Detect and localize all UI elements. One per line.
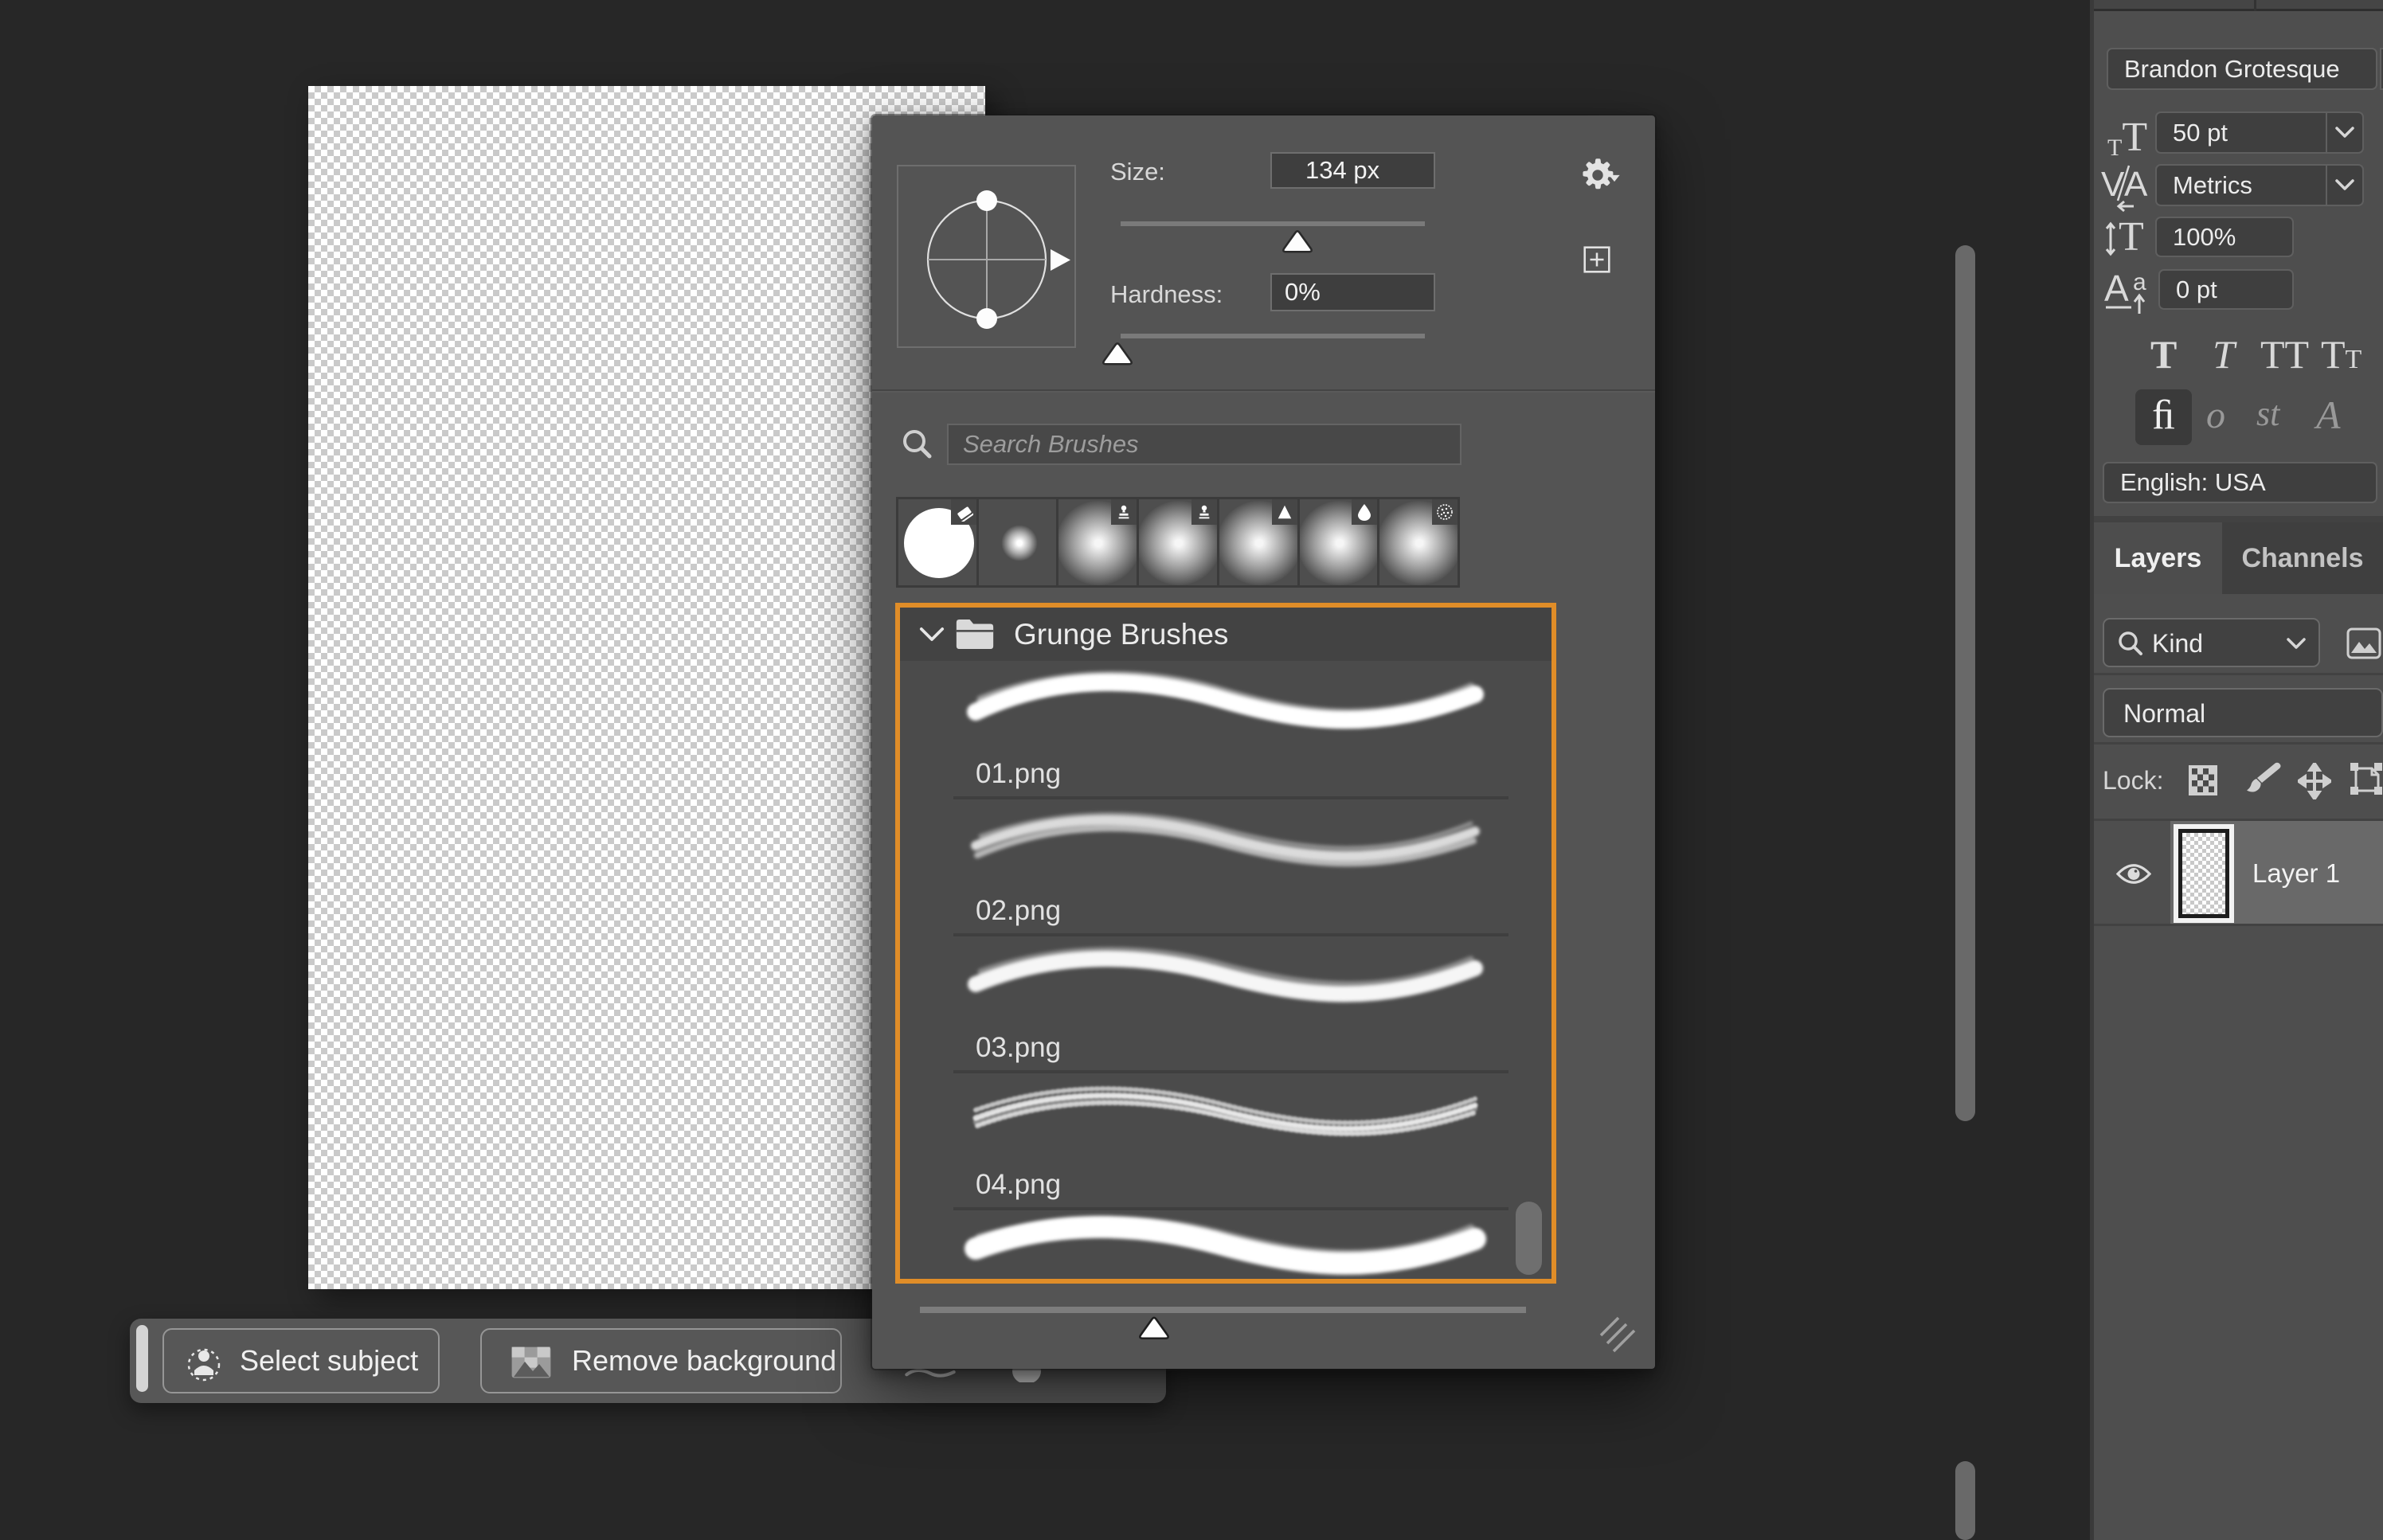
svg-text:A: A (2104, 268, 2129, 309)
svg-text:V: V (2101, 165, 2125, 204)
svg-text:a: a (2133, 269, 2146, 295)
